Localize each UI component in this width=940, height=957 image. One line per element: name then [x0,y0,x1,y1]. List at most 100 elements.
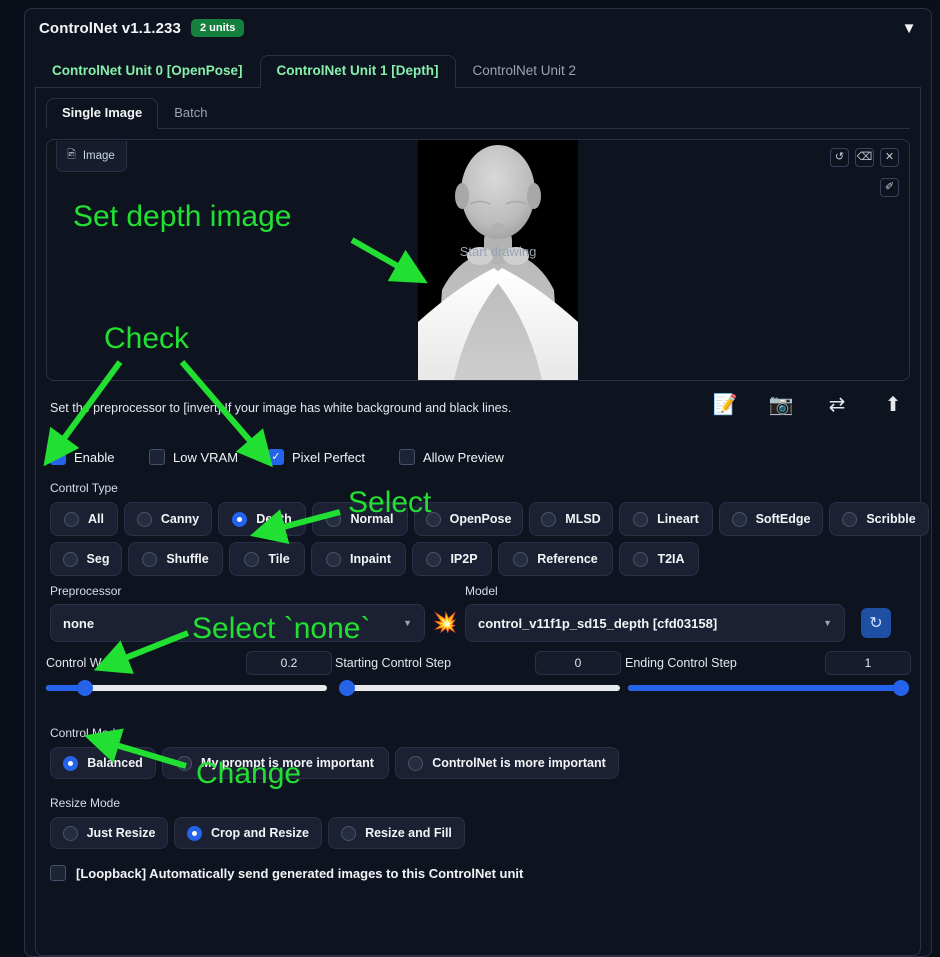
control-mode-controlnet[interactable]: ControlNet is more important [395,747,619,779]
radio-icon [541,511,557,527]
starting-control-step-slider[interactable] [339,680,620,696]
radio-icon-selected [232,511,248,527]
control-type-seg[interactable]: Seg [50,542,122,576]
tab-single-image[interactable]: Single Image [46,98,159,129]
send-dimensions-icon[interactable]: ⬆ [880,395,906,415]
radio-icon [326,511,342,527]
slider-handle[interactable] [893,680,909,696]
slider-fill [628,685,905,691]
control-type-lineart-label: Lineart [657,512,699,526]
slider-handle[interactable] [77,680,94,696]
tab-controlnet-unit-0[interactable]: ControlNet Unit 0 [OpenPose] [35,55,260,87]
control-type-all-label: All [88,512,104,526]
checkbox-box [149,449,165,465]
depth-image-thumbnail[interactable]: Start drawing [418,140,578,380]
ending-control-step-slider[interactable] [628,680,909,696]
ending-control-step-value[interactable]: 1 [825,651,911,675]
control-type-all[interactable]: All [50,502,118,536]
control-type-ip2p[interactable]: IP2P [412,542,492,576]
control-type-inpaint[interactable]: Inpaint [311,542,406,576]
control-mode-controlnet-label: ControlNet is more important [432,756,606,770]
control-mode-balanced-label: Balanced [87,756,143,770]
mirror-webcam-icon[interactable]: ⇄ [824,395,850,415]
radio-icon-selected [187,825,203,841]
control-type-mlsd[interactable]: MLSD [529,502,613,536]
control-type-scribble[interactable]: Scribble [829,502,929,536]
control-mode-label: Control Mode [50,726,123,740]
control-weight-slider[interactable] [46,680,327,696]
webcam-icon[interactable]: 📷 [768,395,794,415]
panel-header[interactable]: ControlNet v1.1.233 2 units ▼ [25,9,931,47]
control-type-openpose[interactable]: OpenPose [414,502,523,536]
model-dropdown[interactable]: control_v11f1p_sd15_depth [cfd03158] ▼ [465,604,845,642]
radio-icon [513,551,529,567]
run-preprocessor-icon[interactable]: 💥 [425,604,465,642]
control-type-scribble-label: Scribble [866,512,916,526]
resize-mode-just-resize-label: Just Resize [86,826,156,840]
resize-mode-crop-and-resize[interactable]: Crop and Resize [174,817,322,849]
close-icon[interactable]: ✕ [880,148,899,167]
radio-icon [425,511,441,527]
resize-mode-crop-and-resize-label: Crop and Resize [211,826,309,840]
control-type-depth[interactable]: Depth [218,502,306,536]
starting-control-step-value[interactable]: 0 [535,651,621,675]
checkbox-allow-preview-label: Allow Preview [423,449,504,465]
triangle-down-icon[interactable]: ▼ [899,18,919,38]
control-type-normal[interactable]: Normal [312,502,408,536]
preprocessor-value: none [63,615,95,631]
control-mode-my-prompt[interactable]: My prompt is more important [162,747,389,779]
radio-icon [633,511,649,527]
units-badge: 2 units [190,19,245,37]
controlnet-panel: ControlNet v1.1.233 2 units ▼ ControlNet… [24,8,932,957]
hint-row: Set the preprocessor to [invert] If your… [46,395,910,441]
tab-controlnet-unit-2[interactable]: ControlNet Unit 2 [456,55,594,87]
control-type-reference[interactable]: Reference [498,542,613,576]
checkbox-pixel-perfect[interactable]: ✓ Pixel Perfect [268,449,399,465]
control-weight-label: Control Weight [46,656,129,670]
eraser-icon[interactable]: ⌫ [855,148,874,167]
image-drop-area[interactable]: 🖻 Image Start drawing ↺ ⌫ ✕ ✐ [46,139,910,381]
undo-icon[interactable]: ↺ [830,148,849,167]
control-type-ip2p-label: IP2P [450,552,478,566]
checkbox-box [50,865,66,881]
control-type-shuffle[interactable]: Shuffle [128,542,223,576]
refresh-models-button[interactable]: ↻ [861,608,891,638]
ending-control-step-label: Ending Control Step [625,656,737,670]
control-type-row-1: All Canny Depth Normal OpenPose MLSD Lin… [50,502,929,536]
control-type-lineart[interactable]: Lineart [619,502,713,536]
preprocessor-group: Preprocessor none ▼ [50,584,425,642]
control-weight-value[interactable]: 0.2 [246,651,332,675]
unit-body: Single Image Batch 🖻 Image Start drawing… [35,88,929,956]
control-type-canny[interactable]: Canny [124,502,212,536]
resize-mode-label: Resize Mode [50,796,121,810]
checkbox-allow-preview[interactable]: Allow Preview [399,449,504,465]
control-mode-balanced[interactable]: Balanced [50,747,156,779]
checkbox-loopback[interactable]: [Loopback] Automatically send generated … [46,865,910,881]
preprocessor-dropdown[interactable]: none ▼ [50,604,425,642]
radio-icon [408,755,424,771]
source-tab-bar: Single Image Batch [46,98,910,129]
slider-handle[interactable] [339,680,355,696]
resize-mode-just-resize[interactable]: Just Resize [50,817,168,849]
open-new-canvas-icon[interactable]: 📝 [712,395,738,415]
radio-icon [62,551,78,567]
radio-icon [426,551,442,567]
resize-mode-resize-and-fill[interactable]: Resize and Fill [328,817,465,849]
brush-icon[interactable]: ✐ [880,178,899,197]
tab-controlnet-unit-1[interactable]: ControlNet Unit 1 [Depth] [259,55,456,88]
tab-batch[interactable]: Batch [158,98,223,128]
checkbox-enable[interactable]: ✓ Enable [50,449,149,465]
model-label: Model [465,584,498,598]
check-icon: ✓ [268,449,284,465]
image-chip: 🖻 Image [56,141,127,172]
options-checkbox-row: ✓ Enable Low VRAM ✓ Pixel Perfect Allow … [46,449,910,465]
radio-icon [633,551,649,567]
control-type-softedge[interactable]: SoftEdge [719,502,823,536]
control-type-tile[interactable]: Tile [229,542,305,576]
control-type-inpaint-label: Inpaint [350,552,391,566]
preprocessor-hint-text: Set the preprocessor to [invert] If your… [50,401,512,415]
checkbox-low-vram[interactable]: Low VRAM [149,449,268,465]
image-chip-label: Image [82,149,115,162]
control-type-t2ia[interactable]: T2IA [619,542,699,576]
control-type-depth-label: Depth [256,512,292,526]
